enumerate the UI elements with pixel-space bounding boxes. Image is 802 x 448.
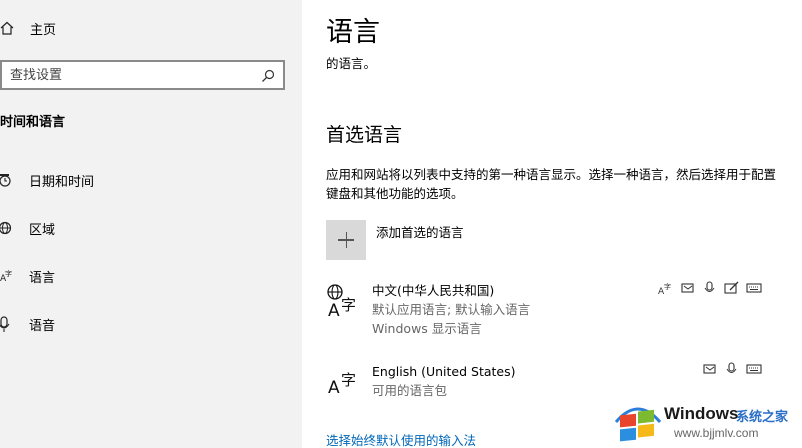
- svg-text:字: 字: [664, 282, 671, 291]
- add-language-button[interactable]: 添加首选的语言: [326, 220, 464, 260]
- sidebar-item-speech[interactable]: 语音: [0, 311, 300, 337]
- svg-text:A: A: [328, 378, 340, 398]
- keyboard-icon: [746, 362, 762, 376]
- svg-text:字: 字: [5, 269, 12, 278]
- home-nav-item[interactable]: 主页: [0, 16, 56, 40]
- text-to-speech-icon: [702, 362, 718, 376]
- watermark-brand: Windows: [664, 404, 739, 423]
- language-features-chinese: A字: [658, 281, 762, 295]
- home-label: 主页: [30, 22, 57, 38]
- search-box[interactable]: [0, 60, 285, 90]
- language-glyph-icon: A 字: [326, 363, 362, 403]
- watermark: Windows 系统之家 www.bjjmlv.com: [612, 396, 802, 448]
- language-meta: Windows 显示语言: [372, 321, 482, 336]
- sidebar-item-date-time[interactable]: 日期和时间: [0, 167, 300, 193]
- language-pack-icon: A字: [658, 281, 674, 295]
- home-icon: [0, 21, 14, 35]
- page-title: 语言: [326, 17, 380, 48]
- svg-text:字: 字: [341, 371, 356, 389]
- clock-icon: [0, 172, 14, 188]
- watermark-site-name: 系统之家: [736, 410, 789, 425]
- windows-logo-icon: [614, 407, 662, 442]
- preferred-languages-description: 应用和网站将以列表中支持的第一种语言显示。选择一种语言，然后选择用于配置键盘和其…: [326, 167, 777, 201]
- microphone-icon: [0, 316, 14, 332]
- language-glyph-icon: A 字: [326, 282, 362, 322]
- watermark-url: www.bjjmlv.com: [674, 426, 759, 440]
- sidebar-item-label: 日期和时间: [29, 174, 95, 190]
- sidebar-item-region[interactable]: 区域: [0, 215, 300, 241]
- language-icon: A字: [0, 268, 14, 284]
- svg-text:字: 字: [341, 296, 356, 314]
- svg-text:A: A: [328, 301, 340, 321]
- language-features-english: [702, 362, 762, 376]
- globe-icon: [0, 220, 14, 236]
- text-to-speech-icon: [680, 281, 696, 295]
- language-item-chinese[interactable]: A 字 中文(中华人民共和国) 默认应用语言; 默认输入语言 Windows 显…: [326, 282, 530, 338]
- speech-icon: [702, 281, 718, 295]
- search-input[interactable]: [2, 67, 252, 83]
- intro-text: 的语言。: [326, 56, 377, 71]
- language-name: English (United States): [372, 364, 516, 379]
- sidebar-item-language[interactable]: A字 语言: [0, 263, 300, 289]
- plus-icon[interactable]: [326, 220, 366, 260]
- preferred-languages-heading: 首选语言: [326, 124, 403, 146]
- section-title: 时间和语言: [0, 115, 66, 130]
- add-language-label: 添加首选的语言: [376, 225, 464, 240]
- language-meta: 默认应用语言; 默认输入语言: [372, 302, 531, 317]
- speech-icon: [724, 362, 740, 376]
- handwriting-icon: [724, 281, 740, 295]
- main-content: 语言 的语言。 首选语言 应用和网站将以列表中支持的第一种语言显示。选择一种语言…: [302, 0, 802, 448]
- language-name: 中文(中华人民共和国): [372, 283, 495, 298]
- keyboard-icon: [746, 281, 762, 295]
- sidebar-item-label: 区域: [29, 222, 56, 238]
- sidebar: 主页 时间和语言 日期和时间 区域 A字 语言 语音: [0, 0, 302, 448]
- search-icon[interactable]: [261, 68, 275, 82]
- sidebar-item-label: 语音: [29, 318, 56, 334]
- input-method-link[interactable]: 选择始终默认使用的输入法: [326, 430, 476, 448]
- language-item-english[interactable]: A 字 English (United States) 可用的语言包: [326, 363, 516, 403]
- language-meta: 可用的语言包: [372, 383, 448, 398]
- sidebar-item-label: 语言: [29, 270, 56, 286]
